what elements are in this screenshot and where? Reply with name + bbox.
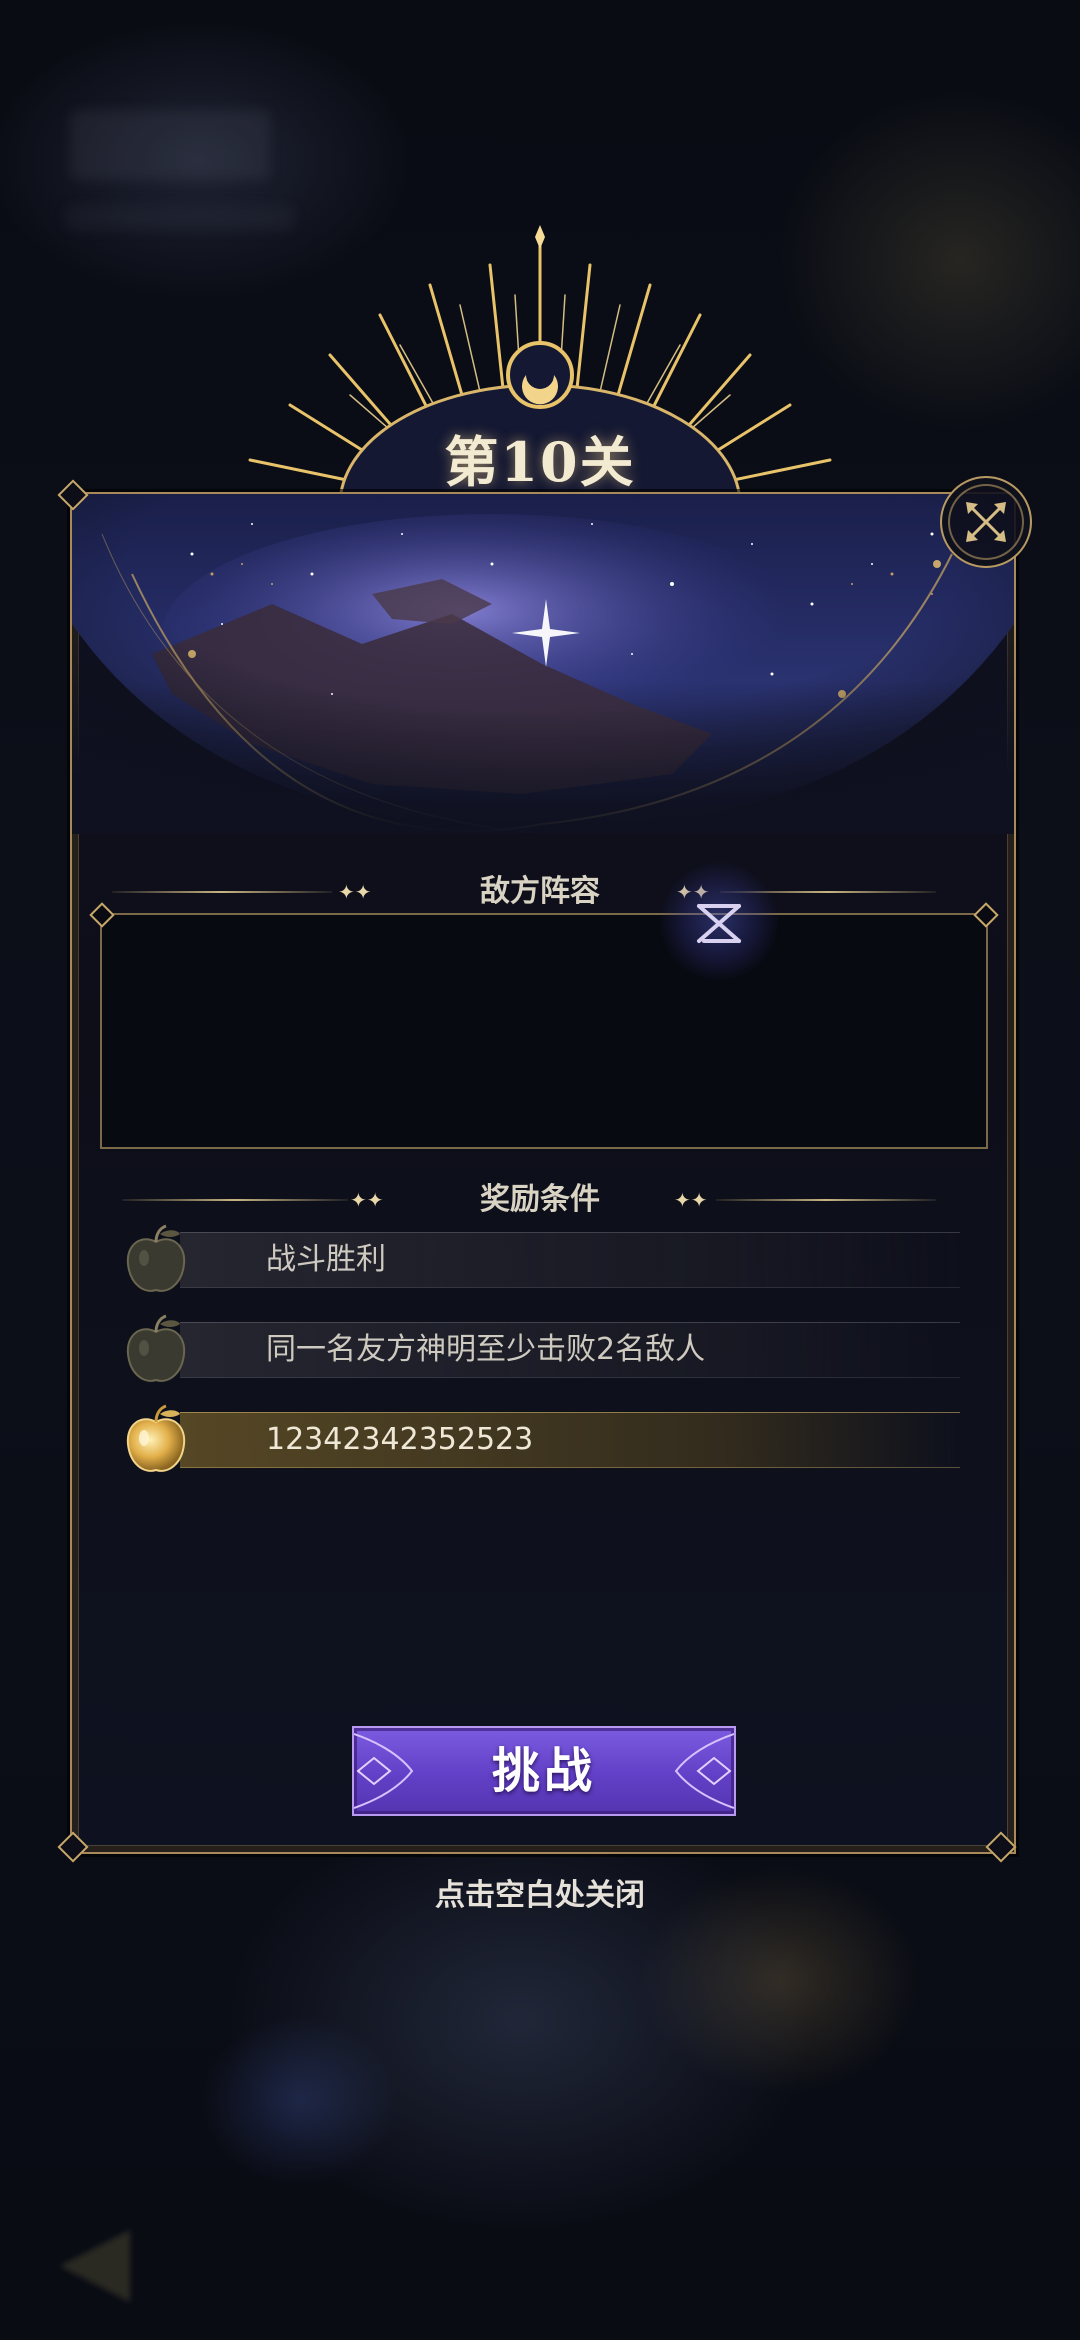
- sparkle-icon: ✦✦: [674, 1188, 708, 1212]
- sparkle-icon: ✦✦: [338, 880, 372, 904]
- reward-condition-text: 12342342352523: [266, 1422, 534, 1457]
- sparkle-icon: ✦✦: [350, 1188, 384, 1212]
- reward-condition-row: 战斗胜利: [120, 1224, 960, 1298]
- reward-condition-row-achieved: 12342342352523: [120, 1404, 960, 1478]
- stage-title: 第10关: [444, 430, 636, 494]
- close-icon: [966, 502, 1006, 542]
- constellation-rune-icon: [660, 862, 778, 980]
- reward-condition-row: 同一名友方神明至少击败2名敌人: [120, 1314, 960, 1388]
- golden-apple-icon-inactive: [126, 1314, 186, 1382]
- enemy-section-title: 敌方阵容: [480, 874, 600, 909]
- golden-apple-icon-inactive: [126, 1224, 186, 1292]
- blurred-back-arrow-icon: [60, 2230, 130, 2302]
- reward-section-header: ✦✦ 奖励条件 ✦✦: [0, 1180, 1080, 1220]
- tap-to-close-hint: 点击空白处关闭: [435, 1878, 645, 1913]
- reward-condition-text: 战斗胜利: [266, 1242, 386, 1277]
- enemy-section-header: ✦✦ 敌方阵容 ✦✦: [0, 872, 1080, 912]
- close-button[interactable]: [940, 476, 1032, 568]
- golden-apple-icon-active: [126, 1404, 186, 1472]
- starry-sky-illustration: [72, 494, 1014, 834]
- reward-condition-text: 同一名友方神明至少击败2名敌人: [266, 1332, 706, 1367]
- reward-section-title: 奖励条件: [480, 1182, 600, 1217]
- challenge-button[interactable]: 挑战: [352, 1726, 736, 1816]
- enemy-lineup-box[interactable]: [100, 913, 988, 1149]
- stage-detail-panel: [70, 492, 1016, 1854]
- challenge-button-label: 挑战: [491, 1743, 596, 1799]
- blurred-header-element: [70, 110, 270, 180]
